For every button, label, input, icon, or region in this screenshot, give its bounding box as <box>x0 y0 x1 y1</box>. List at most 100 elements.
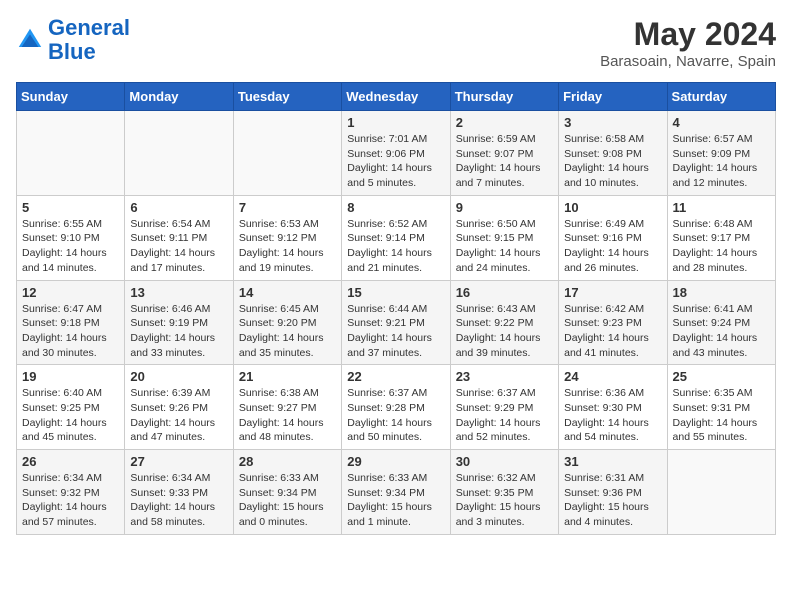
day-info: Sunrise: 6:47 AM Sunset: 9:18 PM Dayligh… <box>22 302 119 361</box>
day-number: 19 <box>22 369 119 384</box>
day-info: Sunrise: 6:32 AM Sunset: 9:35 PM Dayligh… <box>456 471 553 530</box>
day-info: Sunrise: 6:49 AM Sunset: 9:16 PM Dayligh… <box>564 217 661 276</box>
day-info: Sunrise: 7:01 AM Sunset: 9:06 PM Dayligh… <box>347 132 444 191</box>
calendar-cell: 11Sunrise: 6:48 AM Sunset: 9:17 PM Dayli… <box>667 195 775 280</box>
day-info: Sunrise: 6:34 AM Sunset: 9:33 PM Dayligh… <box>130 471 227 530</box>
calendar-cell: 7 Sunrise: 6:53 AM Sunset: 9:12 PM Daylig… <box>233 195 341 280</box>
calendar-cell <box>233 111 341 196</box>
calendar-cell <box>667 450 775 535</box>
day-number: 24 <box>564 369 661 384</box>
calendar-cell: 15 Sunrise: 6:44 AM Sunset: 9:21 PM Dayli… <box>342 280 450 365</box>
page-header: General Blue May 2024 Barasoain, Navarre… <box>16 16 776 70</box>
header-cell-wednesday: Wednesday <box>342 83 450 111</box>
day-info: Sunrise: 6:54 AM Sunset: 9:11 PM Dayligh… <box>130 217 227 276</box>
day-number: 28 <box>239 454 336 469</box>
header-cell-monday: Monday <box>125 83 233 111</box>
calendar-cell: 2 Sunrise: 6:59 AM Sunset: 9:07 PM Daylig… <box>450 111 558 196</box>
day-number: 12 <box>22 285 119 300</box>
day-info: Sunrise: 6:48 AM Sunset: 9:17 PM Dayligh… <box>673 217 770 276</box>
header-cell-friday: Friday <box>559 83 667 111</box>
day-info: Sunrise: 6:37 AM Sunset: 9:29 PM Dayligh… <box>456 386 553 445</box>
calendar-cell: 16Sunrise: 6:43 AM Sunset: 9:22 PM Dayli… <box>450 280 558 365</box>
day-number: 30 <box>456 454 553 469</box>
day-info: Sunrise: 6:39 AM Sunset: 9:26 PM Dayligh… <box>130 386 227 445</box>
calendar-week-1: 1Sunrise: 7:01 AM Sunset: 9:06 PM Daylig… <box>17 111 776 196</box>
day-info: Sunrise: 6:41 AM Sunset: 9:24 PM Dayligh… <box>673 302 770 361</box>
header-cell-saturday: Saturday <box>667 83 775 111</box>
day-info: Sunrise: 6:53 AM Sunset: 9:12 PM Dayligh… <box>239 217 336 276</box>
day-info: Sunrise: 6:58 AM Sunset: 9:08 PM Dayligh… <box>564 132 661 191</box>
logo-line1: General <box>48 15 130 40</box>
calendar-cell: 8 Sunrise: 6:52 AM Sunset: 9:14 PM Daylig… <box>342 195 450 280</box>
logo: General Blue <box>16 16 130 64</box>
calendar-cell: 14Sunrise: 6:45 AM Sunset: 9:20 PM Dayli… <box>233 280 341 365</box>
header-row: SundayMondayTuesdayWednesdayThursdayFrid… <box>17 83 776 111</box>
day-info: Sunrise: 6:52 AM Sunset: 9:14 PM Dayligh… <box>347 217 444 276</box>
calendar-cell: 18 Sunrise: 6:41 AM Sunset: 9:24 PM Dayli… <box>667 280 775 365</box>
calendar-week-3: 12 Sunrise: 6:47 AM Sunset: 9:18 PM Dayli… <box>17 280 776 365</box>
day-number: 15 <box>347 285 444 300</box>
calendar-cell: 22 Sunrise: 6:37 AM Sunset: 9:28 PM Dayli… <box>342 365 450 450</box>
logo-line2: Blue <box>48 39 96 64</box>
day-number: 22 <box>347 369 444 384</box>
day-info: Sunrise: 6:42 AM Sunset: 9:23 PM Dayligh… <box>564 302 661 361</box>
day-info: Sunrise: 6:57 AM Sunset: 9:09 PM Dayligh… <box>673 132 770 191</box>
day-info: Sunrise: 6:44 AM Sunset: 9:21 PM Dayligh… <box>347 302 444 361</box>
day-number: 6 <box>130 200 227 215</box>
calendar-cell: 21Sunrise: 6:38 AM Sunset: 9:27 PM Dayli… <box>233 365 341 450</box>
day-number: 25 <box>673 369 770 384</box>
calendar-cell: 26Sunrise: 6:34 AM Sunset: 9:32 PM Dayli… <box>17 450 125 535</box>
logo-text: General Blue <box>48 16 130 64</box>
calendar-cell: 1Sunrise: 7:01 AM Sunset: 9:06 PM Daylig… <box>342 111 450 196</box>
calendar-header: SundayMondayTuesdayWednesdayThursdayFrid… <box>17 83 776 111</box>
day-number: 5 <box>22 200 119 215</box>
day-info: Sunrise: 6:37 AM Sunset: 9:28 PM Dayligh… <box>347 386 444 445</box>
location: Barasoain, Navarre, Spain <box>600 53 776 70</box>
calendar-cell <box>17 111 125 196</box>
day-info: Sunrise: 6:31 AM Sunset: 9:36 PM Dayligh… <box>564 471 661 530</box>
day-info: Sunrise: 6:40 AM Sunset: 9:25 PM Dayligh… <box>22 386 119 445</box>
day-number: 27 <box>130 454 227 469</box>
calendar-cell: 13Sunrise: 6:46 AM Sunset: 9:19 PM Dayli… <box>125 280 233 365</box>
day-number: 9 <box>456 200 553 215</box>
day-info: Sunrise: 6:35 AM Sunset: 9:31 PM Dayligh… <box>673 386 770 445</box>
title-block: May 2024 Barasoain, Navarre, Spain <box>600 16 776 70</box>
calendar-cell: 6 Sunrise: 6:54 AM Sunset: 9:11 PM Daylig… <box>125 195 233 280</box>
day-info: Sunrise: 6:59 AM Sunset: 9:07 PM Dayligh… <box>456 132 553 191</box>
calendar-cell <box>125 111 233 196</box>
calendar-cell: 24 Sunrise: 6:36 AM Sunset: 9:30 PM Dayli… <box>559 365 667 450</box>
calendar-cell: 5Sunrise: 6:55 AM Sunset: 9:10 PM Daylig… <box>17 195 125 280</box>
day-number: 2 <box>456 115 553 130</box>
day-info: Sunrise: 6:46 AM Sunset: 9:19 PM Dayligh… <box>130 302 227 361</box>
day-info: Sunrise: 6:36 AM Sunset: 9:30 PM Dayligh… <box>564 386 661 445</box>
calendar-cell: 31 Sunrise: 6:31 AM Sunset: 9:36 PM Dayli… <box>559 450 667 535</box>
day-number: 18 <box>673 285 770 300</box>
day-number: 8 <box>347 200 444 215</box>
header-cell-tuesday: Tuesday <box>233 83 341 111</box>
day-info: Sunrise: 6:34 AM Sunset: 9:32 PM Dayligh… <box>22 471 119 530</box>
month-title: May 2024 <box>600 16 776 53</box>
calendar-week-4: 19 Sunrise: 6:40 AM Sunset: 9:25 PM Dayli… <box>17 365 776 450</box>
calendar-week-5: 26Sunrise: 6:34 AM Sunset: 9:32 PM Dayli… <box>17 450 776 535</box>
day-number: 31 <box>564 454 661 469</box>
day-number: 29 <box>347 454 444 469</box>
calendar-table: SundayMondayTuesdayWednesdayThursdayFrid… <box>16 82 776 535</box>
calendar-cell: 9 Sunrise: 6:50 AM Sunset: 9:15 PM Daylig… <box>450 195 558 280</box>
calendar-cell: 25 Sunrise: 6:35 AM Sunset: 9:31 PM Dayli… <box>667 365 775 450</box>
day-number: 21 <box>239 369 336 384</box>
day-number: 3 <box>564 115 661 130</box>
day-info: Sunrise: 6:50 AM Sunset: 9:15 PM Dayligh… <box>456 217 553 276</box>
calendar-cell: 12 Sunrise: 6:47 AM Sunset: 9:18 PM Dayli… <box>17 280 125 365</box>
logo-icon <box>16 26 44 54</box>
day-number: 4 <box>673 115 770 130</box>
day-number: 7 <box>239 200 336 215</box>
header-cell-sunday: Sunday <box>17 83 125 111</box>
calendar-cell: 30 Sunrise: 6:32 AM Sunset: 9:35 PM Dayli… <box>450 450 558 535</box>
calendar-cell: 19 Sunrise: 6:40 AM Sunset: 9:25 PM Dayli… <box>17 365 125 450</box>
calendar-cell: 3 Sunrise: 6:58 AM Sunset: 9:08 PM Daylig… <box>559 111 667 196</box>
calendar-cell: 17Sunrise: 6:42 AM Sunset: 9:23 PM Dayli… <box>559 280 667 365</box>
day-number: 20 <box>130 369 227 384</box>
calendar-cell: 23Sunrise: 6:37 AM Sunset: 9:29 PM Dayli… <box>450 365 558 450</box>
day-info: Sunrise: 6:45 AM Sunset: 9:20 PM Dayligh… <box>239 302 336 361</box>
day-info: Sunrise: 6:33 AM Sunset: 9:34 PM Dayligh… <box>347 471 444 530</box>
